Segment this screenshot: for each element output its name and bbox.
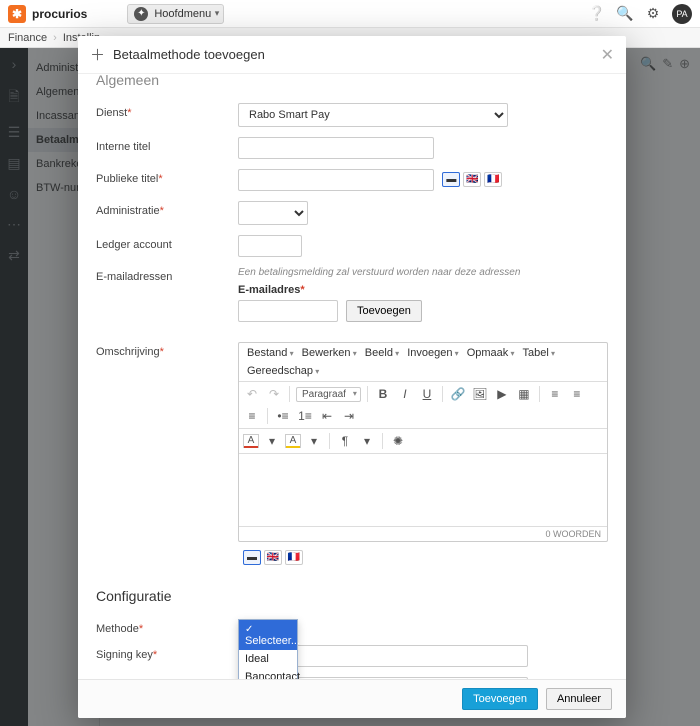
bullet-list-icon[interactable]: •≡: [274, 407, 292, 425]
brand-icon: ✱: [8, 5, 26, 23]
methode-option-selecteer[interactable]: Selecteer...: [239, 620, 297, 650]
indent-icon[interactable]: ⇥: [340, 407, 358, 425]
email-sublabel: E-mailadres: [238, 284, 300, 296]
modal: ＋ Betaalmethode toevoegen ✕ Algemeen Die…: [78, 36, 626, 718]
ledger-input[interactable]: [238, 235, 302, 257]
administratie-select[interactable]: [238, 201, 308, 225]
topbar: ✱ procurios ✦ Hoofdmenu ❔ 🔍 ⚙ PA: [0, 0, 700, 28]
link-icon[interactable]: 🔗: [449, 385, 467, 403]
cancel-button[interactable]: Annuleer: [546, 688, 612, 710]
editor-textarea[interactable]: [239, 454, 607, 526]
search-icon[interactable]: 🔍: [616, 5, 634, 23]
image-icon[interactable]: 🖼: [471, 385, 489, 403]
align-left-icon[interactable]: ≡: [546, 385, 564, 403]
chevron-right-icon: ›: [53, 32, 57, 44]
paragraph-select[interactable]: Paragraaf: [296, 387, 361, 402]
editor-menu-opmaak[interactable]: Opmaak: [465, 346, 517, 360]
email-hint: Een betalingsmelding zal verstuurd worde…: [238, 267, 608, 278]
label-methode: Methode: [96, 623, 139, 635]
desc-flag-en-icon[interactable]: 🇬🇧: [264, 550, 282, 565]
table-icon[interactable]: ▦: [515, 385, 533, 403]
plus-icon: ＋: [90, 44, 105, 65]
label-emailadressen: E-mailadressen: [96, 271, 172, 283]
mainmenu-label: Hoofdmenu: [154, 8, 211, 20]
editor-menu-bestand[interactable]: Bestand: [245, 346, 296, 360]
brand: ✱ procurios: [8, 5, 87, 23]
flag-en-icon[interactable]: 🇬🇧: [463, 172, 481, 187]
undo-icon[interactable]: ↶: [243, 385, 261, 403]
underline-icon[interactable]: U: [418, 385, 436, 403]
bold-icon[interactable]: B: [374, 385, 392, 403]
bg-color-icon[interactable]: A: [285, 434, 301, 448]
crumb-finance[interactable]: Finance: [8, 32, 47, 44]
publieke-titel-input[interactable]: [238, 169, 434, 191]
modal-title: Betaalmethode toevoegen: [113, 47, 265, 62]
number-list-icon[interactable]: 1≡: [296, 407, 314, 425]
redo-icon[interactable]: ↷: [265, 385, 283, 403]
email-input[interactable]: [238, 300, 338, 322]
flag-fr-icon[interactable]: 🇫🇷: [484, 172, 502, 187]
editor-menu-invoegen[interactable]: Invoegen: [405, 346, 461, 360]
editor-menu-bewerken[interactable]: Bewerken: [300, 346, 359, 360]
label-ledger: Ledger account: [96, 239, 172, 251]
align-right-icon[interactable]: ≡: [243, 407, 261, 425]
methode-option-ideal[interactable]: Ideal: [239, 650, 297, 668]
email-add-button[interactable]: Toevoegen: [346, 300, 422, 322]
dienst-select[interactable]: Rabo Smart Pay: [238, 103, 508, 127]
outdent-icon[interactable]: ⇤: [318, 407, 336, 425]
align-center-icon[interactable]: ≡: [568, 385, 586, 403]
media-icon[interactable]: ▶: [493, 385, 511, 403]
editor-menu-gereedschap[interactable]: Gereedschap: [245, 364, 321, 378]
modal-header: ＋ Betaalmethode toevoegen ✕: [78, 36, 626, 74]
mainmenu-button[interactable]: ✦ Hoofdmenu: [127, 4, 224, 24]
label-omschrijving: Omschrijving: [96, 346, 160, 358]
save-button[interactable]: Toevoegen: [462, 688, 538, 710]
label-signing-key: Signing key: [96, 649, 153, 661]
section-general: Algemeen: [96, 74, 608, 88]
label-dienst: Dienst: [96, 107, 127, 119]
settings-icon[interactable]: ⚙: [644, 5, 662, 23]
code-icon[interactable]: ¶: [336, 432, 354, 450]
avatar[interactable]: PA: [672, 4, 692, 24]
section-config: Configuratie: [96, 588, 608, 604]
code-dd-icon[interactable]: ▾: [358, 432, 376, 450]
gear-icon[interactable]: ✺: [389, 432, 407, 450]
methode-dropdown[interactable]: Selecteer... Ideal Bancontact Credit car…: [238, 619, 298, 679]
flag-nl-icon[interactable]: ▬: [442, 172, 460, 187]
label-interne-titel: Interne titel: [96, 141, 150, 153]
editor-wordcount: 0 WOORDEN: [239, 526, 607, 541]
bg-color-dd-icon[interactable]: ▾: [305, 432, 323, 450]
close-icon[interactable]: ✕: [601, 45, 614, 65]
globe-icon: ✦: [134, 7, 148, 21]
editor-menu-beeld[interactable]: Beeld: [363, 346, 401, 360]
desc-flag-nl-icon[interactable]: ▬: [243, 550, 261, 565]
rich-text-editor: Bestand Bewerken Beeld Invoegen Opmaak T…: [238, 342, 608, 542]
text-color-icon[interactable]: A: [243, 434, 259, 448]
text-color-dd-icon[interactable]: ▾: [263, 432, 281, 450]
methode-option-bancontact[interactable]: Bancontact: [239, 668, 297, 679]
desc-flag-fr-icon[interactable]: 🇫🇷: [285, 550, 303, 565]
label-administratie: Administratie: [96, 205, 160, 217]
brand-name: procurios: [32, 7, 87, 21]
editor-menu-tabel[interactable]: Tabel: [521, 346, 558, 360]
interne-titel-input[interactable]: [238, 137, 434, 159]
modal-footer: Toevoegen Annuleer: [78, 679, 626, 718]
italic-icon[interactable]: I: [396, 385, 414, 403]
label-publieke-titel: Publieke titel: [96, 173, 158, 185]
help-icon[interactable]: ❔: [588, 5, 606, 23]
